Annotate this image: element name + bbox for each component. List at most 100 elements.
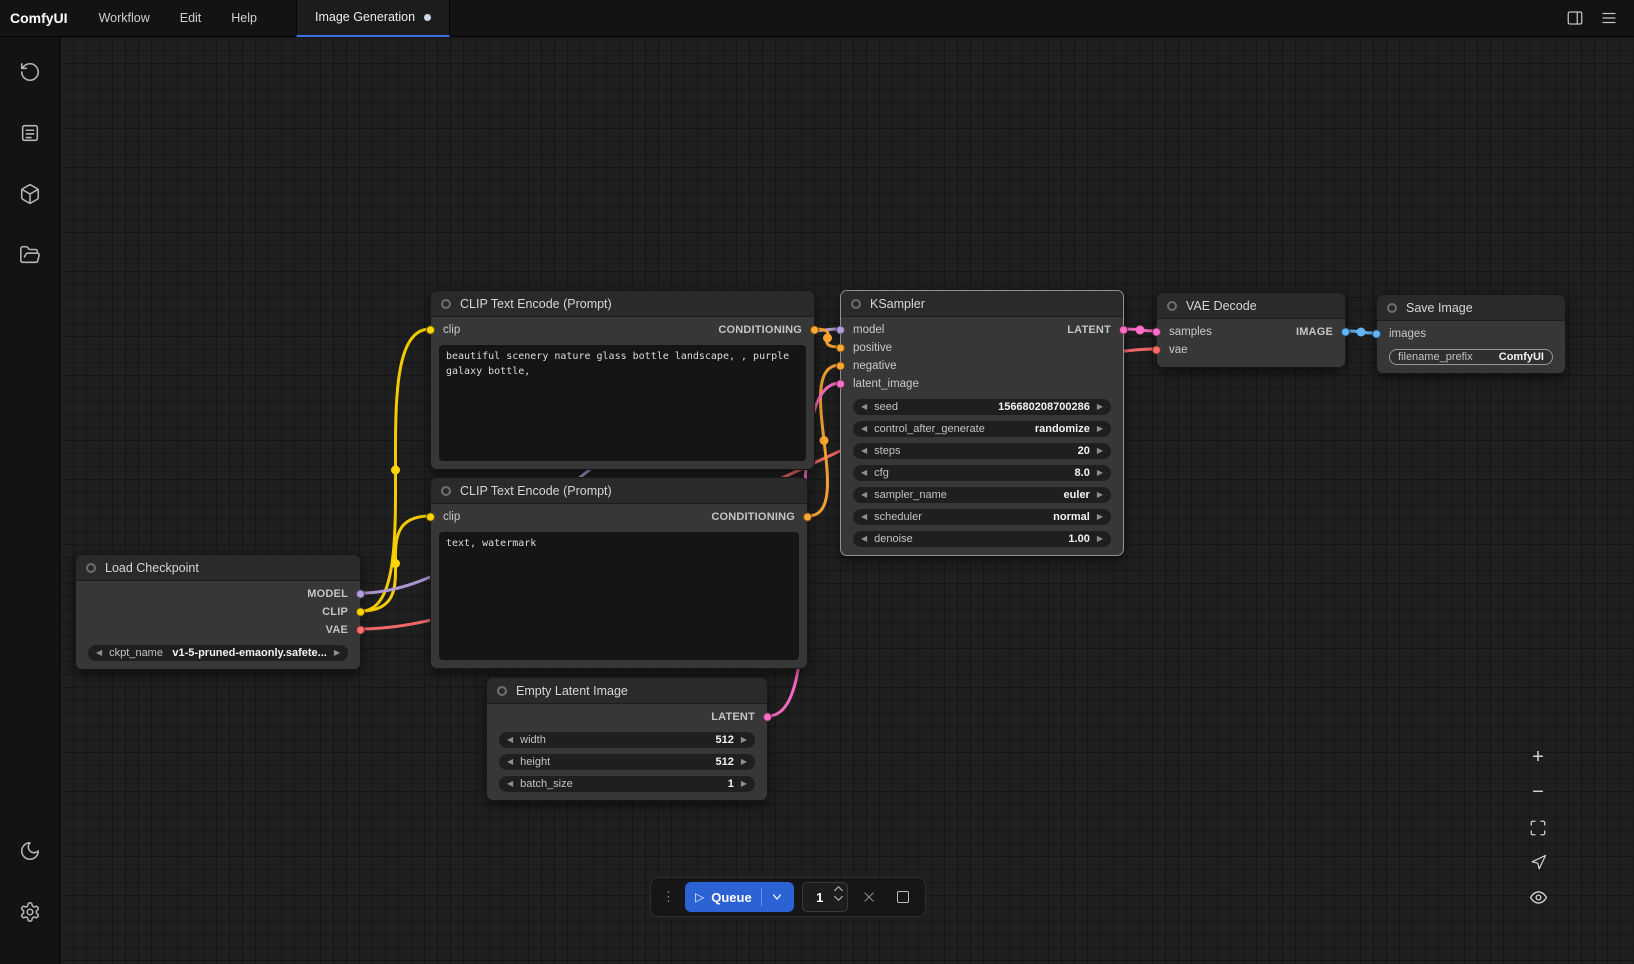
arrow-right-icon[interactable]: ▶ (1097, 535, 1103, 543)
widget-filename-prefix[interactable]: filename_prefix ComfyUI (1389, 349, 1553, 365)
node-vae-decode[interactable]: VAE Decode samples IMAGE vae (1156, 292, 1346, 368)
output-port-latent[interactable] (763, 713, 772, 722)
node-header[interactable]: VAE Decode (1157, 293, 1345, 319)
collapse-dot-icon[interactable] (851, 299, 861, 309)
queue-options-button[interactable] (761, 888, 784, 906)
sidebar-item-history[interactable] (9, 51, 51, 93)
input-port-model[interactable] (836, 326, 845, 335)
widget-sampler-name[interactable]: ◀ sampler_name euler ▶ (853, 487, 1111, 503)
arrow-right-icon[interactable]: ▶ (1097, 425, 1103, 433)
node-clip-text-encode-positive[interactable]: CLIP Text Encode (Prompt) clip CONDITION… (430, 290, 815, 470)
sidebar-item-theme-toggle[interactable] (9, 830, 51, 872)
zoom-in-button[interactable]: + (1522, 742, 1554, 773)
app-logo[interactable]: ComfyUI (0, 10, 84, 26)
arrow-right-icon[interactable]: ▶ (741, 736, 747, 744)
input-port-negative[interactable] (836, 362, 845, 371)
widget-control-after-generate[interactable]: ◀ control_after_generate randomize ▶ (853, 421, 1111, 437)
link-visibility-button[interactable] (1522, 882, 1554, 913)
input-port-samples[interactable] (1152, 328, 1161, 337)
stepper-up-icon[interactable] (834, 886, 843, 892)
main-menu-button[interactable] (1594, 3, 1624, 33)
output-port-latent[interactable] (1119, 326, 1128, 335)
collapse-dot-icon[interactable] (441, 299, 451, 309)
arrow-right-icon[interactable]: ▶ (741, 758, 747, 766)
tab-image-generation[interactable]: Image Generation (296, 0, 450, 37)
output-port-model[interactable] (356, 590, 365, 599)
node-header[interactable]: CLIP Text Encode (Prompt) (431, 291, 814, 317)
widget-scheduler[interactable]: ◀ scheduler normal ▶ (853, 509, 1111, 525)
drag-handle-icon[interactable]: ⋮ (660, 889, 677, 905)
arrow-right-icon[interactable]: ▶ (1097, 469, 1103, 477)
node-header[interactable]: Load Checkpoint (76, 555, 360, 581)
widget-steps[interactable]: ◀ steps 20 ▶ (853, 443, 1111, 459)
widget-batch-size[interactable]: ◀ batch_size 1 ▶ (499, 776, 755, 792)
node-empty-latent-image[interactable]: Empty Latent Image LATENT ◀ width 512 ▶ … (486, 677, 768, 801)
output-port-vae[interactable] (356, 626, 365, 635)
widget-denoise[interactable]: ◀ denoise 1.00 ▶ (853, 531, 1111, 547)
node-load-checkpoint[interactable]: Load Checkpoint MODEL CLIP VAE ◀ ckpt_na… (75, 554, 361, 670)
widget-cfg[interactable]: ◀ cfg 8.0 ▶ (853, 465, 1111, 481)
node-header[interactable]: CLIP Text Encode (Prompt) (431, 478, 807, 504)
widget-height[interactable]: ◀ height 512 ▶ (499, 754, 755, 770)
prompt-textarea[interactable]: beautiful scenery nature glass bottle la… (439, 345, 806, 461)
output-port-clip[interactable] (356, 608, 365, 617)
stepper-down-icon[interactable] (834, 895, 843, 901)
arrow-left-icon[interactable]: ◀ (861, 425, 867, 433)
arrow-left-icon[interactable]: ◀ (861, 491, 867, 499)
node-header[interactable]: Save Image (1377, 295, 1565, 321)
widget-width[interactable]: ◀ width 512 ▶ (499, 732, 755, 748)
cancel-button[interactable] (856, 884, 882, 910)
arrow-right-icon[interactable]: ▶ (334, 649, 340, 657)
widget-ckpt-name[interactable]: ◀ ckpt_name v1-5-pruned-emaonly.safete..… (88, 645, 348, 661)
output-port-conditioning[interactable] (810, 326, 819, 335)
arrow-left-icon[interactable]: ◀ (96, 649, 102, 657)
node-clip-text-encode-negative[interactable]: CLIP Text Encode (Prompt) clip CONDITION… (430, 477, 808, 669)
sidebar-item-workflows[interactable] (9, 234, 51, 276)
input-port-images[interactable] (1372, 330, 1381, 339)
sidebar-item-queue[interactable] (9, 112, 51, 154)
batch-count-stepper[interactable]: 1 (802, 882, 848, 912)
collapse-dot-icon[interactable] (1167, 301, 1177, 311)
node-header[interactable]: KSampler (841, 291, 1123, 317)
menu-item-edit[interactable]: Edit (165, 0, 217, 36)
arrow-left-icon[interactable]: ◀ (861, 447, 867, 455)
output-port-conditioning[interactable] (803, 513, 812, 522)
input-port-clip[interactable] (426, 326, 435, 335)
fit-view-button[interactable] (1522, 812, 1554, 843)
sidebar-item-model-library[interactable] (9, 173, 51, 215)
zoom-out-button[interactable]: − (1522, 777, 1554, 808)
menu-item-workflow[interactable]: Workflow (84, 0, 165, 36)
widget-seed[interactable]: ◀ seed 156680208700286 ▶ (853, 399, 1111, 415)
arrow-left-icon[interactable]: ◀ (507, 736, 513, 744)
interrupt-button[interactable] (890, 884, 916, 910)
arrow-left-icon[interactable]: ◀ (507, 780, 513, 788)
collapse-dot-icon[interactable] (497, 686, 507, 696)
collapse-dot-icon[interactable] (86, 563, 96, 573)
arrow-right-icon[interactable]: ▶ (1097, 513, 1103, 521)
collapse-dot-icon[interactable] (441, 486, 451, 496)
node-save-image[interactable]: Save Image images filename_prefix ComfyU… (1376, 294, 1566, 374)
menu-item-help[interactable]: Help (216, 0, 272, 36)
node-header[interactable]: Empty Latent Image (487, 678, 767, 704)
arrow-left-icon[interactable]: ◀ (507, 758, 513, 766)
input-port-vae[interactable] (1152, 346, 1161, 355)
arrow-right-icon[interactable]: ▶ (1097, 491, 1103, 499)
arrow-left-icon[interactable]: ◀ (861, 513, 867, 521)
arrow-right-icon[interactable]: ▶ (1097, 403, 1103, 411)
arrow-left-icon[interactable]: ◀ (861, 469, 867, 477)
arrow-left-icon[interactable]: ◀ (861, 535, 867, 543)
input-port-clip[interactable] (426, 513, 435, 522)
panel-toggle-button[interactable] (1560, 3, 1590, 33)
arrow-right-icon[interactable]: ▶ (741, 780, 747, 788)
arrow-right-icon[interactable]: ▶ (1097, 447, 1103, 455)
arrow-left-icon[interactable]: ◀ (861, 403, 867, 411)
output-port-image[interactable] (1341, 328, 1350, 337)
select-mode-button[interactable] (1522, 847, 1554, 878)
sidebar-item-settings[interactable] (9, 891, 51, 933)
collapse-dot-icon[interactable] (1387, 303, 1397, 313)
queue-button[interactable]: ▷ Queue (685, 882, 794, 912)
prompt-textarea[interactable]: text, watermark (439, 532, 799, 660)
input-port-positive[interactable] (836, 344, 845, 353)
input-port-latent-image[interactable] (836, 380, 845, 389)
node-ksampler[interactable]: KSampler model LATENT positive negative … (840, 290, 1124, 556)
